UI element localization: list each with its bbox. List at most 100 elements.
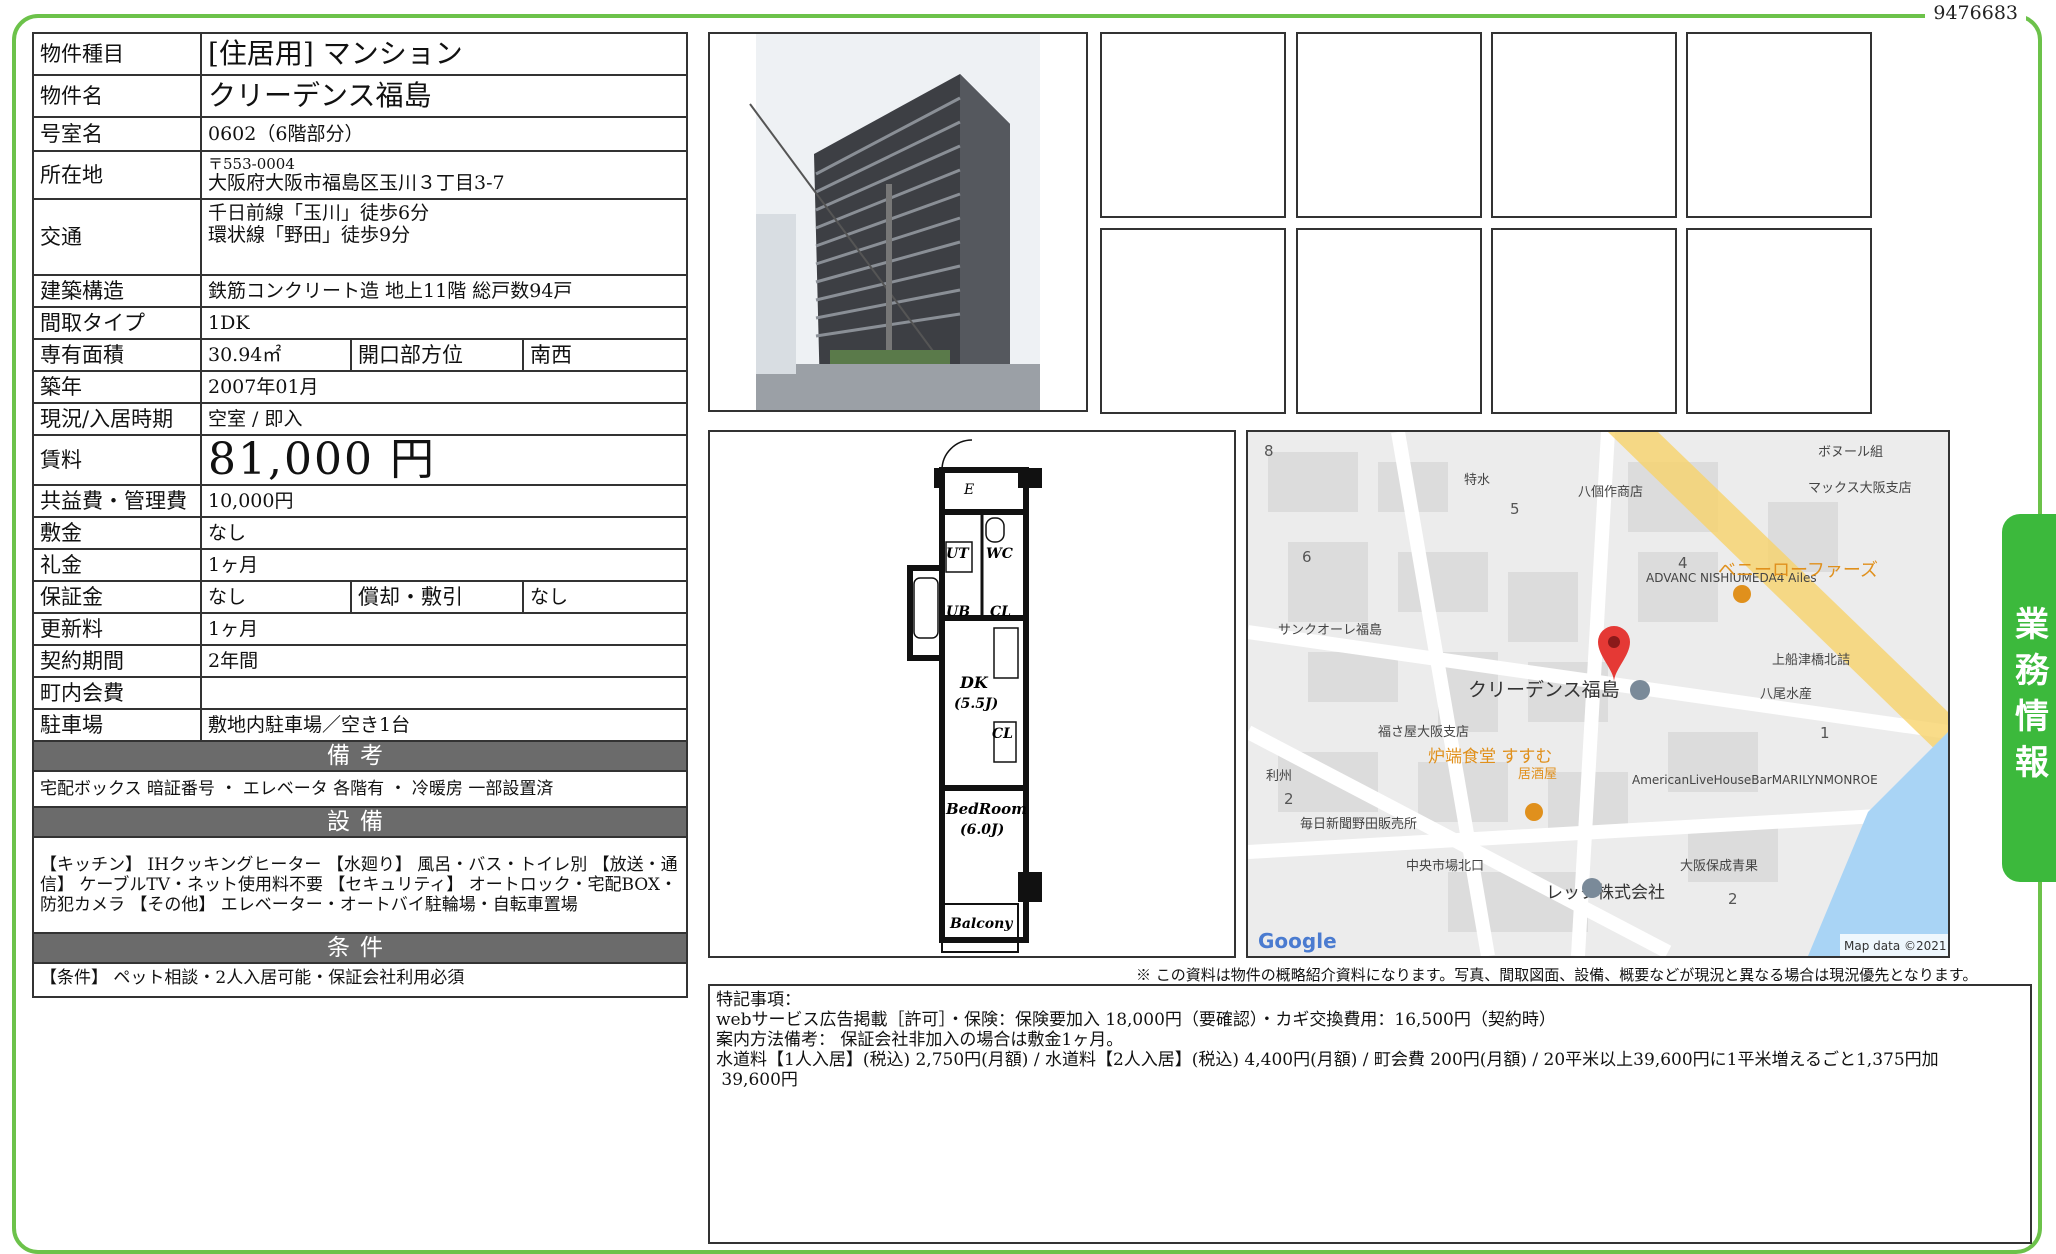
map-label: 大阪保成青果	[1680, 859, 1758, 874]
built-value: 2007年01月	[199, 370, 689, 404]
fp-label-ub: UB	[946, 604, 970, 620]
photo-thumbnail[interactable]	[1491, 32, 1677, 218]
remarks-line-4: 39,600円	[716, 1070, 798, 1090]
area-label: 専有面積	[32, 338, 202, 372]
map-number: 1	[1820, 724, 1830, 742]
fp-label-ut: UT	[946, 546, 970, 562]
layout-label: 間取タイプ	[32, 306, 202, 340]
map-label: 福さ屋大阪支店	[1378, 725, 1469, 740]
type-value: [住居用] マンション	[199, 32, 689, 76]
address-cell: 〒553-0004 大阪府大阪市福島区玉川３丁目3-7	[199, 150, 689, 200]
map-label: ボヌール組	[1818, 445, 1883, 460]
map-label: レック株式会社	[1546, 883, 1665, 903]
map-label: AmericanLiveHouseBarMARILYNMONROE	[1632, 773, 1878, 787]
layout-value: 1DK	[199, 306, 689, 340]
special-remarks-box: 特記事項： webサービス広告掲載［許可］・保険：保険要加入 18,000円（要…	[708, 984, 2032, 1244]
map-number: 4	[1678, 554, 1688, 572]
address-value: 大阪府大阪市福島区玉川３丁目3-7	[208, 172, 505, 194]
map-label: サンクオーレ福島	[1278, 623, 1382, 638]
photo-thumbnail[interactable]	[1686, 32, 1872, 218]
map-number: 6	[1302, 548, 1312, 566]
photo-thumbnail[interactable]	[1100, 32, 1286, 218]
community-value	[199, 676, 689, 710]
fp-label-e: E	[963, 482, 974, 498]
fp-label-wc: WC	[986, 546, 1013, 562]
parking-label: 駐車場	[32, 708, 202, 742]
disclaimer-note: ※ この資料は物件の概略紹介資料になります。写真、間取図面、設備、概要などが現況…	[1136, 966, 1978, 984]
area-value: 30.94㎡	[200, 338, 352, 372]
map-number: 5	[1510, 500, 1520, 518]
deposit-label: 敷金	[32, 516, 202, 550]
fp-label-cl1: CL	[990, 604, 1011, 620]
access-line-2: 環状線「野田」徒歩9分	[208, 224, 411, 246]
rent-label: 賃料	[32, 434, 202, 486]
map-label: 八尾水産	[1760, 686, 1812, 702]
building-image	[710, 34, 1086, 410]
renewal-value: 1ヶ月	[199, 612, 689, 646]
floor-plan[interactable]: E UT WC UB CL DK (5.5J) CL BedRoom (6.0J…	[708, 430, 1236, 958]
side-tab-business-info[interactable]: 業務情報	[2002, 514, 2056, 882]
photo-thumbnail[interactable]	[1296, 228, 1482, 414]
remarks-line-2: 案内方法備考： 保証会社非加入の場合は敷金1ヶ月。	[716, 1030, 1124, 1050]
fp-label-bedroom: BedRoom	[945, 800, 1027, 818]
map-number: 8	[1264, 442, 1274, 460]
floor-plan-drawing: E UT WC UB CL DK (5.5J) CL BedRoom (6.0J…	[907, 439, 1042, 953]
map-label: クリーデンス福島	[1468, 679, 1620, 701]
setsubi-text: 【キッチン】 IHクッキングヒーター 【水廻り】 風呂・バス・トイレ別 【放送・…	[31, 836, 689, 934]
remarks-title: 特記事項：	[716, 990, 801, 1010]
status-label: 現況/入居時期	[32, 402, 202, 436]
structure-value: 鉄筋コンクリート造 地上11階 総戸数94戸	[199, 274, 689, 308]
name-value: クリーデンス福島	[199, 74, 689, 118]
map-label: 中央市場北口	[1406, 858, 1484, 874]
status-value: 空室 / 即入	[199, 402, 689, 436]
type-label: 物件種目	[32, 32, 202, 76]
deposit-value: なし	[199, 516, 689, 550]
map-label: マックス大阪支店	[1808, 481, 1912, 496]
access-line-1: 千日前線「玉川」徒歩6分	[208, 202, 430, 224]
joken-text: 【条件】 ペット相談・2人入居可能・保証会社利用必須	[31, 962, 689, 998]
fp-label-dk-size: (5.5J)	[954, 696, 998, 712]
map-number: 2	[1284, 790, 1294, 808]
map-label: 利州	[1266, 769, 1292, 784]
photo-thumbnail[interactable]	[1686, 228, 1872, 414]
keymoney-label: 礼金	[32, 548, 202, 582]
contract-label: 契約期間	[32, 644, 202, 678]
location-map[interactable]: ボヌール組 特水 八個作商店 マックス大阪支店 ADVANC NISHIUMED…	[1246, 430, 1950, 958]
guarantee-value: なし	[200, 580, 352, 614]
access-cell: 千日前線「玉川」徒歩6分 環状線「野田」徒歩9分	[199, 198, 689, 276]
built-label: 築年	[32, 370, 202, 404]
fp-label-balcony: Balcony	[949, 916, 1013, 932]
map-label: 居酒屋	[1518, 767, 1557, 782]
map-label: 上船津橋北詰	[1772, 652, 1850, 668]
map-label: 炉端食堂 すすむ	[1428, 747, 1552, 767]
building-photo[interactable]	[708, 32, 1088, 412]
map-label: 八個作商店	[1578, 485, 1643, 500]
room-value: 0602（6階部分）	[199, 116, 689, 152]
map-drawing: ボヌール組 特水 八個作商店 マックス大阪支店 ADVANC NISHIUMED…	[1248, 432, 1948, 956]
map-label: ベニーローファーズ	[1718, 560, 1878, 581]
renewal-label: 更新料	[32, 612, 202, 646]
map-number: 2	[1728, 890, 1738, 908]
biko-header: 備考	[31, 740, 689, 772]
photo-thumbnail[interactable]	[1100, 228, 1286, 414]
biko-text: 宅配ボックス 暗証番号 ・ エレベータ 各階有 ・ 冷暖房 一部設置済	[31, 770, 689, 808]
room-label: 号室名	[32, 116, 202, 152]
amortization-value: なし	[521, 580, 689, 614]
rent-value: 81,000 円	[199, 434, 689, 486]
map-attribution: Map data ©2021	[1844, 939, 1947, 953]
setsubi-header: 設備	[31, 806, 689, 838]
photo-thumbnail[interactable]	[1491, 228, 1677, 414]
remarks-line-3: 水道料【1人入居】(税込) 2,750円(月額) / 水道料【2人入居】(税込)…	[716, 1050, 1939, 1070]
document-id: 9476683	[1925, 2, 2026, 24]
name-label: 物件名	[32, 74, 202, 118]
keymoney-value: 1ヶ月	[199, 548, 689, 582]
contract-value: 2年間	[199, 644, 689, 678]
property-info-table: 物件種目 [住居用] マンション 物件名 クリーデンス福島 号室名 0602（6階部分…	[31, 32, 689, 998]
joken-header: 条件	[31, 932, 689, 964]
address-label: 所在地	[32, 150, 202, 200]
photo-thumbnail[interactable]	[1296, 32, 1482, 218]
fp-label-cl2: CL	[992, 726, 1013, 742]
amortization-label: 償却・敷引	[350, 580, 524, 614]
fp-label-bedroom-size: (6.0J)	[960, 822, 1004, 838]
remarks-line-1: webサービス広告掲載［許可］・保険：保険要加入 18,000円（要確認）・カギ…	[716, 1010, 1556, 1030]
